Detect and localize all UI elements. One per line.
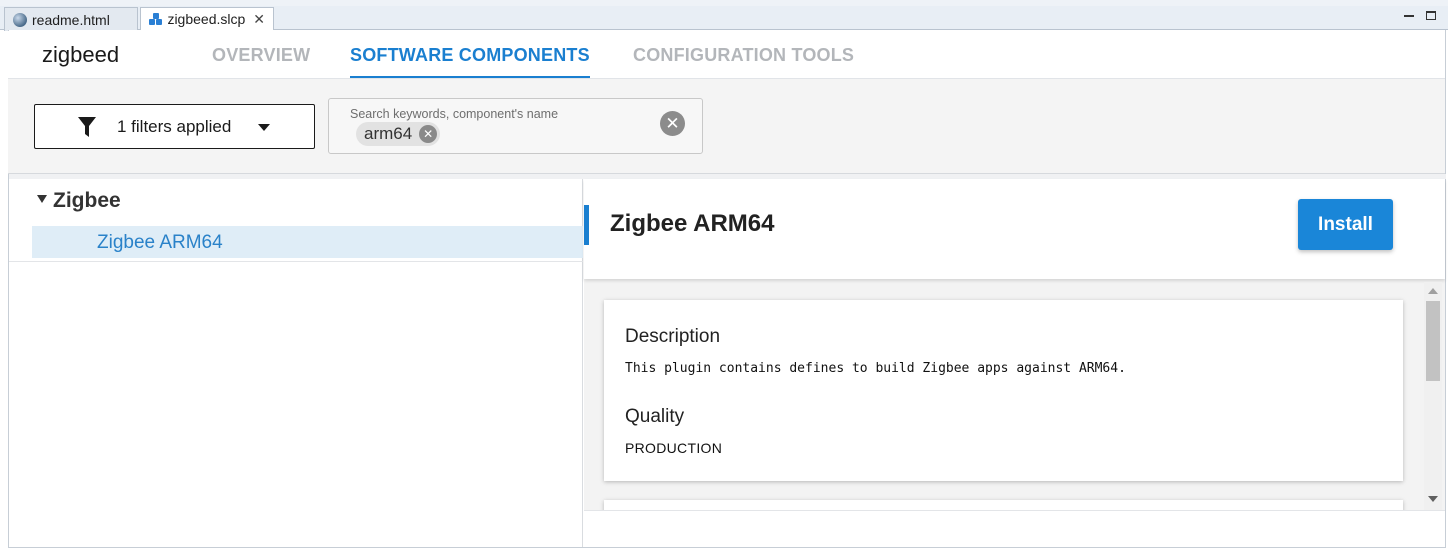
scroll-up-icon[interactable] bbox=[1428, 288, 1438, 294]
project-title: zigbeed bbox=[42, 42, 120, 67]
funnel-icon bbox=[78, 117, 96, 137]
tab-label: OVERVIEW bbox=[212, 45, 311, 65]
info-card: Description This plugin contains defines… bbox=[604, 300, 1403, 481]
search-chip-label: arm64 bbox=[364, 124, 413, 143]
editor-tab-zigbeed-slcp[interactable]: zigbeed.slcp ✕ bbox=[140, 7, 274, 31]
description-heading: Description bbox=[625, 326, 721, 347]
expand-triangle-icon bbox=[37, 195, 47, 203]
filters-dropdown-button[interactable]: 1 filters applied bbox=[34, 104, 315, 149]
tree-item-zigbee-arm64[interactable]: Zigbee ARM64 bbox=[32, 226, 583, 258]
quality-heading: Quality bbox=[625, 406, 685, 427]
detail-footer bbox=[584, 510, 1445, 547]
close-icon[interactable]: ✕ bbox=[253, 11, 265, 28]
globe-icon bbox=[13, 12, 27, 27]
component-tree: Zigbee Zigbee ARM64 bbox=[9, 179, 583, 547]
scrollbar-thumb[interactable] bbox=[1426, 301, 1440, 381]
slcp-project-icon bbox=[149, 12, 162, 26]
tab-label: SOFTWARE COMPONENTS bbox=[350, 45, 590, 65]
clear-search-icon[interactable]: ✕ bbox=[660, 111, 685, 136]
detail-scroll-area[interactable]: Description This plugin contains defines… bbox=[584, 282, 1445, 510]
tab-overview[interactable]: OVERVIEW bbox=[212, 45, 310, 66]
scroll-down-icon[interactable] bbox=[1428, 496, 1438, 502]
component-title: Zigbee ARM64 bbox=[610, 210, 775, 237]
search-chip: arm64 ✕ bbox=[356, 122, 441, 146]
filter-bar: 1 filters applied Search keywords, compo… bbox=[8, 79, 1445, 174]
tree-item-label: Zigbee ARM64 bbox=[97, 232, 223, 253]
tab-software-components[interactable]: SOFTWARE COMPONENTS bbox=[350, 45, 590, 78]
component-detail-panel: Zigbee ARM64 Install Description This pl… bbox=[584, 179, 1445, 547]
editor-tab-readme[interactable]: readme.html bbox=[4, 7, 138, 31]
editor-tab-label: readme.html bbox=[32, 11, 110, 28]
search-input[interactable]: Search keywords, component's name arm64 … bbox=[328, 98, 703, 154]
tabstrip-top-line bbox=[0, 0, 1448, 6]
chevron-down-icon bbox=[258, 124, 270, 131]
minimize-icon[interactable] bbox=[1404, 15, 1414, 17]
editor-tab-strip: readme.html zigbeed.slcp ✕ bbox=[0, 0, 1448, 31]
maximize-icon[interactable] bbox=[1426, 11, 1436, 20]
install-button[interactable]: Install bbox=[1298, 199, 1393, 250]
active-tab-underline bbox=[350, 76, 590, 78]
remove-chip-icon[interactable]: ✕ bbox=[419, 125, 438, 143]
accent-bar bbox=[584, 205, 589, 245]
tree-group-label: Zigbee bbox=[53, 189, 121, 212]
filters-label: 1 filters applied bbox=[117, 117, 232, 136]
tree-group-zigbee[interactable]: Zigbee bbox=[37, 189, 121, 213]
tab-label: CONFIGURATION TOOLS bbox=[633, 45, 855, 65]
editor-tab-label: zigbeed.slcp bbox=[167, 11, 246, 27]
quality-value: PRODUCTION bbox=[625, 440, 723, 456]
detail-header: Zigbee ARM64 Install bbox=[584, 179, 1445, 279]
tree-separator bbox=[9, 261, 583, 262]
search-placeholder: Search keywords, component's name bbox=[350, 107, 559, 121]
description-text: This plugin contains defines to build Zi… bbox=[625, 361, 1126, 376]
tab-configuration-tools[interactable]: CONFIGURATION TOOLS bbox=[633, 45, 854, 66]
vertical-scrollbar[interactable] bbox=[1424, 282, 1442, 510]
app-header: zigbeed OVERVIEW SOFTWARE COMPONENTS CON… bbox=[8, 31, 1445, 79]
next-card bbox=[604, 500, 1403, 510]
